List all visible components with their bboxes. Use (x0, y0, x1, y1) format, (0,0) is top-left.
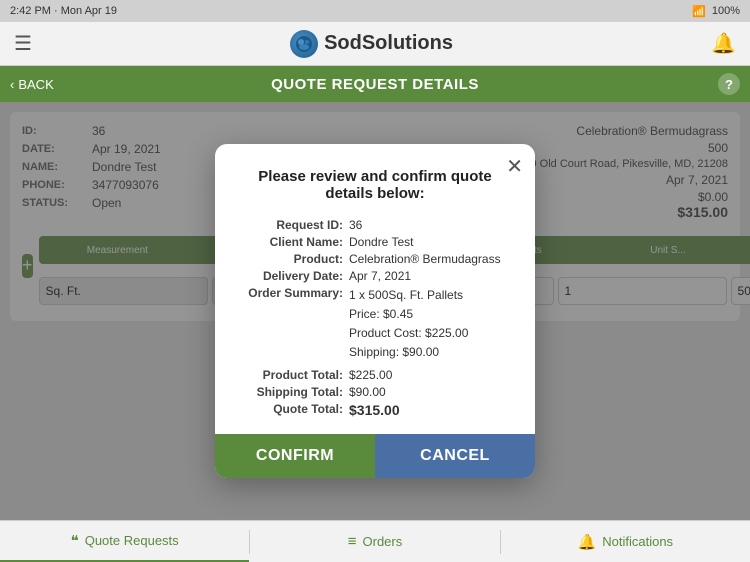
product-label: Product: (239, 252, 349, 266)
page-title: QUOTE REQUEST DETAILS (271, 76, 479, 93)
notifications-icon: 🔔 (578, 533, 597, 551)
status-bar: 2:42 PM · Mon Apr 19 📶 100% (0, 0, 750, 22)
quote-total-row: Quote Total: $315.00 (239, 402, 511, 418)
modal-close-button[interactable]: ✕ (506, 154, 523, 179)
product-total-row: Product Total: $225.00 (239, 368, 511, 382)
quote-total-label: Quote Total: (239, 402, 349, 418)
battery-level: 100% (712, 5, 740, 17)
quote-requests-icon: ❝ (71, 532, 79, 550)
tab-quote-requests-label: Quote Requests (85, 533, 179, 548)
modal-footer: CONFIRM CANCEL (215, 434, 535, 478)
back-chevron-icon: ‹ (10, 77, 14, 92)
status-time: 2:42 PM · Mon Apr 19 (10, 5, 117, 17)
tab-orders-label: Orders (363, 534, 403, 549)
main-content: ID: 36 DATE: Apr 19, 2021 NAME: Dondre T… (0, 102, 750, 520)
order-line-4: Shipping: $90.00 (349, 343, 511, 362)
delivery-date-value: Apr 7, 2021 (349, 269, 511, 283)
client-name-value: Dondre Test (349, 235, 511, 249)
tab-notifications-label: Notifications (602, 534, 673, 549)
product-total-label: Product Total: (239, 368, 349, 382)
top-nav: ☰ SodSolutions 🔔 (0, 22, 750, 66)
shipping-total-value: $90.00 (349, 385, 511, 399)
bell-icon[interactable]: 🔔 (711, 31, 736, 56)
sub-nav: ‹ BACK QUOTE REQUEST DETAILS ? (0, 66, 750, 102)
order-line-1: 1 x 500Sq. Ft. Pallets (349, 286, 511, 305)
client-name-row: Client Name: Dondre Test (239, 235, 511, 249)
order-line-3: Product Cost: $225.00 (349, 324, 511, 343)
confirm-button[interactable]: CONFIRM (215, 434, 375, 478)
client-name-label: Client Name: (239, 235, 349, 249)
quote-total-value: $315.00 (349, 402, 511, 418)
shipping-total-label: Shipping Total: (239, 385, 349, 399)
confirm-modal: ✕ Please review and confirm quote detail… (215, 144, 535, 479)
logo-icon (290, 30, 318, 58)
shipping-total-row: Shipping Total: $90.00 (239, 385, 511, 399)
orders-icon: ≡ (348, 533, 357, 550)
request-id-value: 36 (349, 218, 511, 232)
help-button[interactable]: ? (718, 73, 740, 95)
delivery-date-label: Delivery Date: (239, 269, 349, 283)
wifi-icon: 📶 (692, 5, 706, 18)
product-row: Product: Celebration® Bermudagrass (239, 252, 511, 266)
modal-body: Please review and confirm quote details … (215, 144, 535, 419)
tab-notifications[interactable]: 🔔 Notifications (501, 521, 750, 562)
request-id-row: Request ID: 36 (239, 218, 511, 232)
tab-bar: ❝ Quote Requests ≡ Orders 🔔 Notification… (0, 520, 750, 562)
tab-orders[interactable]: ≡ Orders (250, 521, 499, 562)
back-label: BACK (18, 77, 53, 92)
order-summary-row: Order Summary: 1 x 500Sq. Ft. Pallets Pr… (239, 286, 511, 363)
back-button[interactable]: ‹ BACK (10, 77, 54, 92)
product-total-value: $225.00 (349, 368, 511, 382)
hamburger-icon[interactable]: ☰ (14, 31, 32, 56)
product-value: Celebration® Bermudagrass (349, 252, 511, 266)
modal-title: Please review and confirm quote details … (239, 168, 511, 202)
tab-quote-requests[interactable]: ❝ Quote Requests (0, 521, 249, 562)
order-summary-lines: 1 x 500Sq. Ft. Pallets Price: $0.45 Prod… (349, 286, 511, 363)
logo: SodSolutions (290, 30, 453, 58)
logo-text: SodSolutions (324, 32, 453, 55)
status-right: 📶 100% (692, 5, 740, 18)
request-id-label: Request ID: (239, 218, 349, 232)
modal-overlay: ✕ Please review and confirm quote detail… (0, 102, 750, 520)
delivery-date-row: Delivery Date: Apr 7, 2021 (239, 269, 511, 283)
order-line-2: Price: $0.45 (349, 305, 511, 324)
order-summary-label: Order Summary: (239, 286, 349, 363)
cancel-button[interactable]: CANCEL (375, 434, 535, 478)
